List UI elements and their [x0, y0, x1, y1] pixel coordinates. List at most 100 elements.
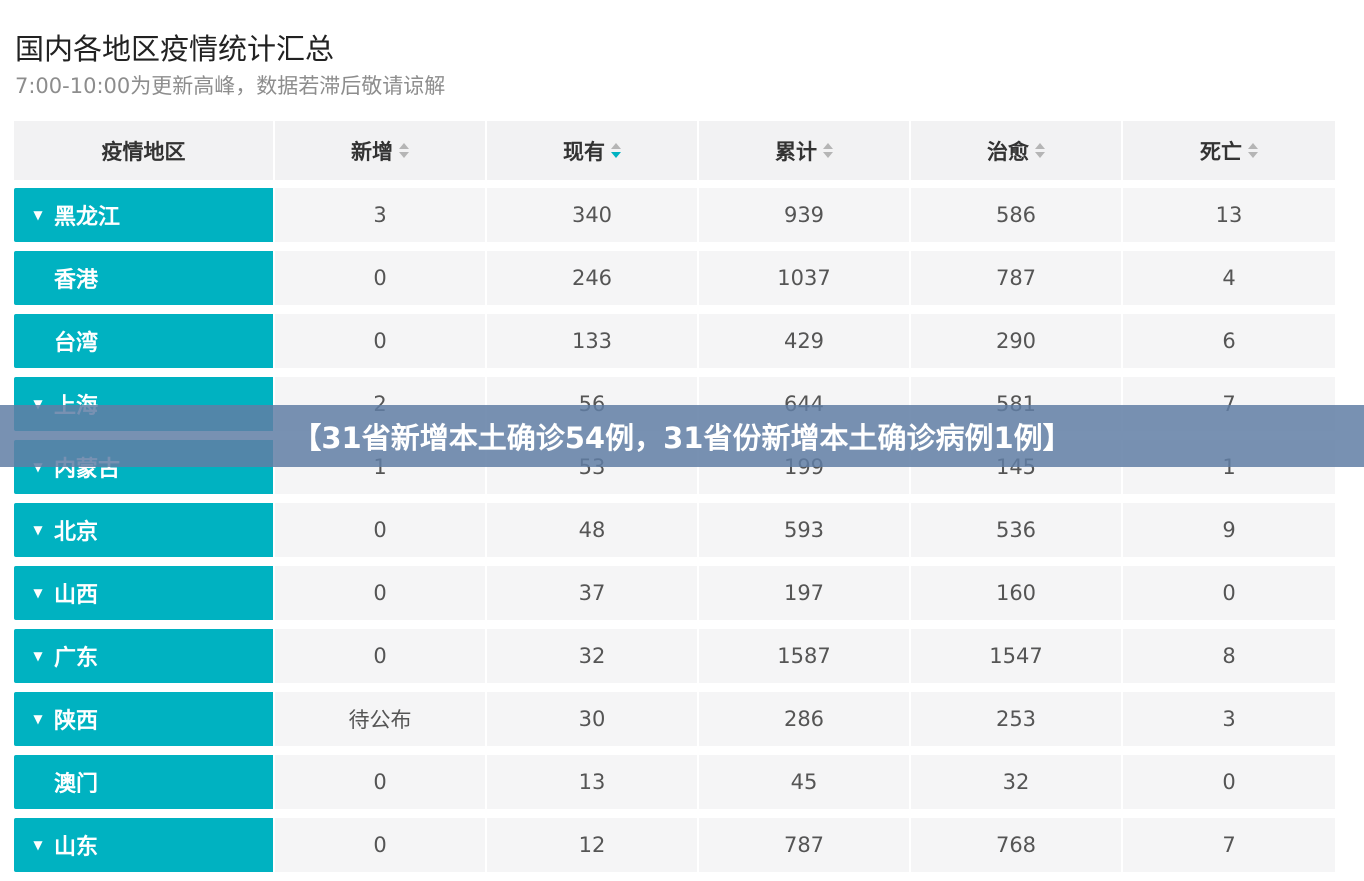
- total-cell: 939: [699, 188, 909, 242]
- table-row: ▼ 山东 0 12 787 768 7: [14, 818, 1335, 872]
- sort-icon: [611, 142, 621, 160]
- total-cell: 1037: [699, 251, 909, 305]
- page-subtitle: 7:00-10:00为更新高峰，数据若滞后敬请谅解: [15, 74, 446, 98]
- epidemic-table: 疫情地区 新增 现有 累计 治愈 死亡 ▼ 黑龙江 3 340 939 586 13 香港 0 2…: [14, 121, 1335, 881]
- region-name: 山东: [54, 835, 99, 860]
- cured-cell: 768: [911, 818, 1121, 872]
- region-name: 台湾: [54, 331, 99, 356]
- caret-down-icon: ▼: [33, 712, 43, 726]
- region-cell[interactable]: ▼ 黑龙江: [14, 188, 273, 242]
- sort-icon: [1248, 142, 1258, 160]
- header-new[interactable]: 新增: [275, 121, 485, 180]
- header-total[interactable]: 累计: [699, 121, 909, 180]
- cured-cell: 536: [911, 503, 1121, 557]
- total-cell: 197: [699, 566, 909, 620]
- region-cell: 香港: [14, 251, 273, 305]
- cured-cell: 160: [911, 566, 1121, 620]
- page-title: 国内各地区疫情统计汇总: [15, 32, 335, 66]
- deaths-cell: 9: [1123, 503, 1335, 557]
- current-cell: 12: [487, 818, 697, 872]
- new-cell: 0: [275, 755, 485, 809]
- region-name: 澳门: [54, 772, 99, 797]
- table-row: 香港 0 246 1037 787 4: [14, 251, 1335, 305]
- new-cell: 待公布: [275, 692, 485, 746]
- header-label: 疫情地区: [101, 139, 186, 164]
- caret-down-icon: ▼: [33, 586, 43, 600]
- caret-down-icon: ▼: [33, 838, 43, 852]
- header-region: 疫情地区: [14, 121, 273, 180]
- deaths-cell: 8: [1123, 629, 1335, 683]
- new-cell: 0: [275, 251, 485, 305]
- region-cell: 台湾: [14, 314, 273, 368]
- current-cell: 13: [487, 755, 697, 809]
- table-header: 疫情地区 新增 现有 累计 治愈 死亡: [14, 121, 1335, 180]
- deaths-cell: 0: [1123, 755, 1335, 809]
- current-cell: 30: [487, 692, 697, 746]
- header-current[interactable]: 现有: [487, 121, 697, 180]
- cured-cell: 32: [911, 755, 1121, 809]
- deaths-cell: 4: [1123, 251, 1335, 305]
- current-cell: 133: [487, 314, 697, 368]
- cured-cell: 787: [911, 251, 1121, 305]
- total-cell: 286: [699, 692, 909, 746]
- header-label: 治愈: [987, 139, 1029, 164]
- total-cell: 45: [699, 755, 909, 809]
- region-name: 黑龙江: [54, 205, 121, 230]
- deaths-cell: 13: [1123, 188, 1335, 242]
- table-row: ▼ 广东 0 32 1587 1547 8: [14, 629, 1335, 683]
- new-cell: 0: [275, 629, 485, 683]
- current-cell: 37: [487, 566, 697, 620]
- caret-down-icon: ▼: [33, 523, 43, 537]
- region-cell[interactable]: ▼ 山西: [14, 566, 273, 620]
- region-cell[interactable]: ▼ 北京: [14, 503, 273, 557]
- cured-cell: 290: [911, 314, 1121, 368]
- headline-banner[interactable]: 【31省新增本土确诊54例，31省份新增本土确诊病例1例】: [0, 405, 1364, 467]
- current-cell: 340: [487, 188, 697, 242]
- cured-cell: 253: [911, 692, 1121, 746]
- total-cell: 787: [699, 818, 909, 872]
- region-name: 山西: [54, 583, 99, 608]
- region-name: 陕西: [54, 709, 99, 734]
- deaths-cell: 0: [1123, 566, 1335, 620]
- header-deaths[interactable]: 死亡: [1123, 121, 1335, 180]
- header-label: 新增: [351, 139, 393, 164]
- caret-down-icon: ▼: [33, 208, 43, 222]
- table-body: ▼ 黑龙江 3 340 939 586 13 香港 0 246 1037 787 4 台湾 0 133 429 2…: [14, 188, 1335, 872]
- cured-cell: 1547: [911, 629, 1121, 683]
- region-name: 广东: [54, 646, 99, 671]
- region-cell: 澳门: [14, 755, 273, 809]
- sort-icon: [1035, 142, 1045, 160]
- header-label: 累计: [775, 139, 817, 164]
- deaths-cell: 6: [1123, 314, 1335, 368]
- region-cell[interactable]: ▼ 广东: [14, 629, 273, 683]
- table-row: ▼ 山西 0 37 197 160 0: [14, 566, 1335, 620]
- header-label: 死亡: [1200, 139, 1242, 164]
- cured-cell: 586: [911, 188, 1121, 242]
- new-cell: 0: [275, 314, 485, 368]
- sort-icon: [823, 142, 833, 160]
- deaths-cell: 3: [1123, 692, 1335, 746]
- sort-icon: [399, 142, 409, 160]
- table-row: 澳门 0 13 45 32 0: [14, 755, 1335, 809]
- region-name: 香港: [54, 268, 99, 293]
- caret-down-icon: ▼: [33, 649, 43, 663]
- current-cell: 32: [487, 629, 697, 683]
- region-name: 北京: [54, 520, 99, 545]
- table-row: ▼ 黑龙江 3 340 939 586 13: [14, 188, 1335, 242]
- header-label: 现有: [563, 139, 605, 164]
- total-cell: 1587: [699, 629, 909, 683]
- total-cell: 429: [699, 314, 909, 368]
- new-cell: 0: [275, 566, 485, 620]
- table-row: ▼ 陕西 待公布 30 286 253 3: [14, 692, 1335, 746]
- region-cell[interactable]: ▼ 山东: [14, 818, 273, 872]
- current-cell: 246: [487, 251, 697, 305]
- new-cell: 0: [275, 818, 485, 872]
- header-cured[interactable]: 治愈: [911, 121, 1121, 180]
- total-cell: 593: [699, 503, 909, 557]
- deaths-cell: 7: [1123, 818, 1335, 872]
- new-cell: 0: [275, 503, 485, 557]
- current-cell: 48: [487, 503, 697, 557]
- table-row: ▼ 北京 0 48 593 536 9: [14, 503, 1335, 557]
- new-cell: 3: [275, 188, 485, 242]
- region-cell[interactable]: ▼ 陕西: [14, 692, 273, 746]
